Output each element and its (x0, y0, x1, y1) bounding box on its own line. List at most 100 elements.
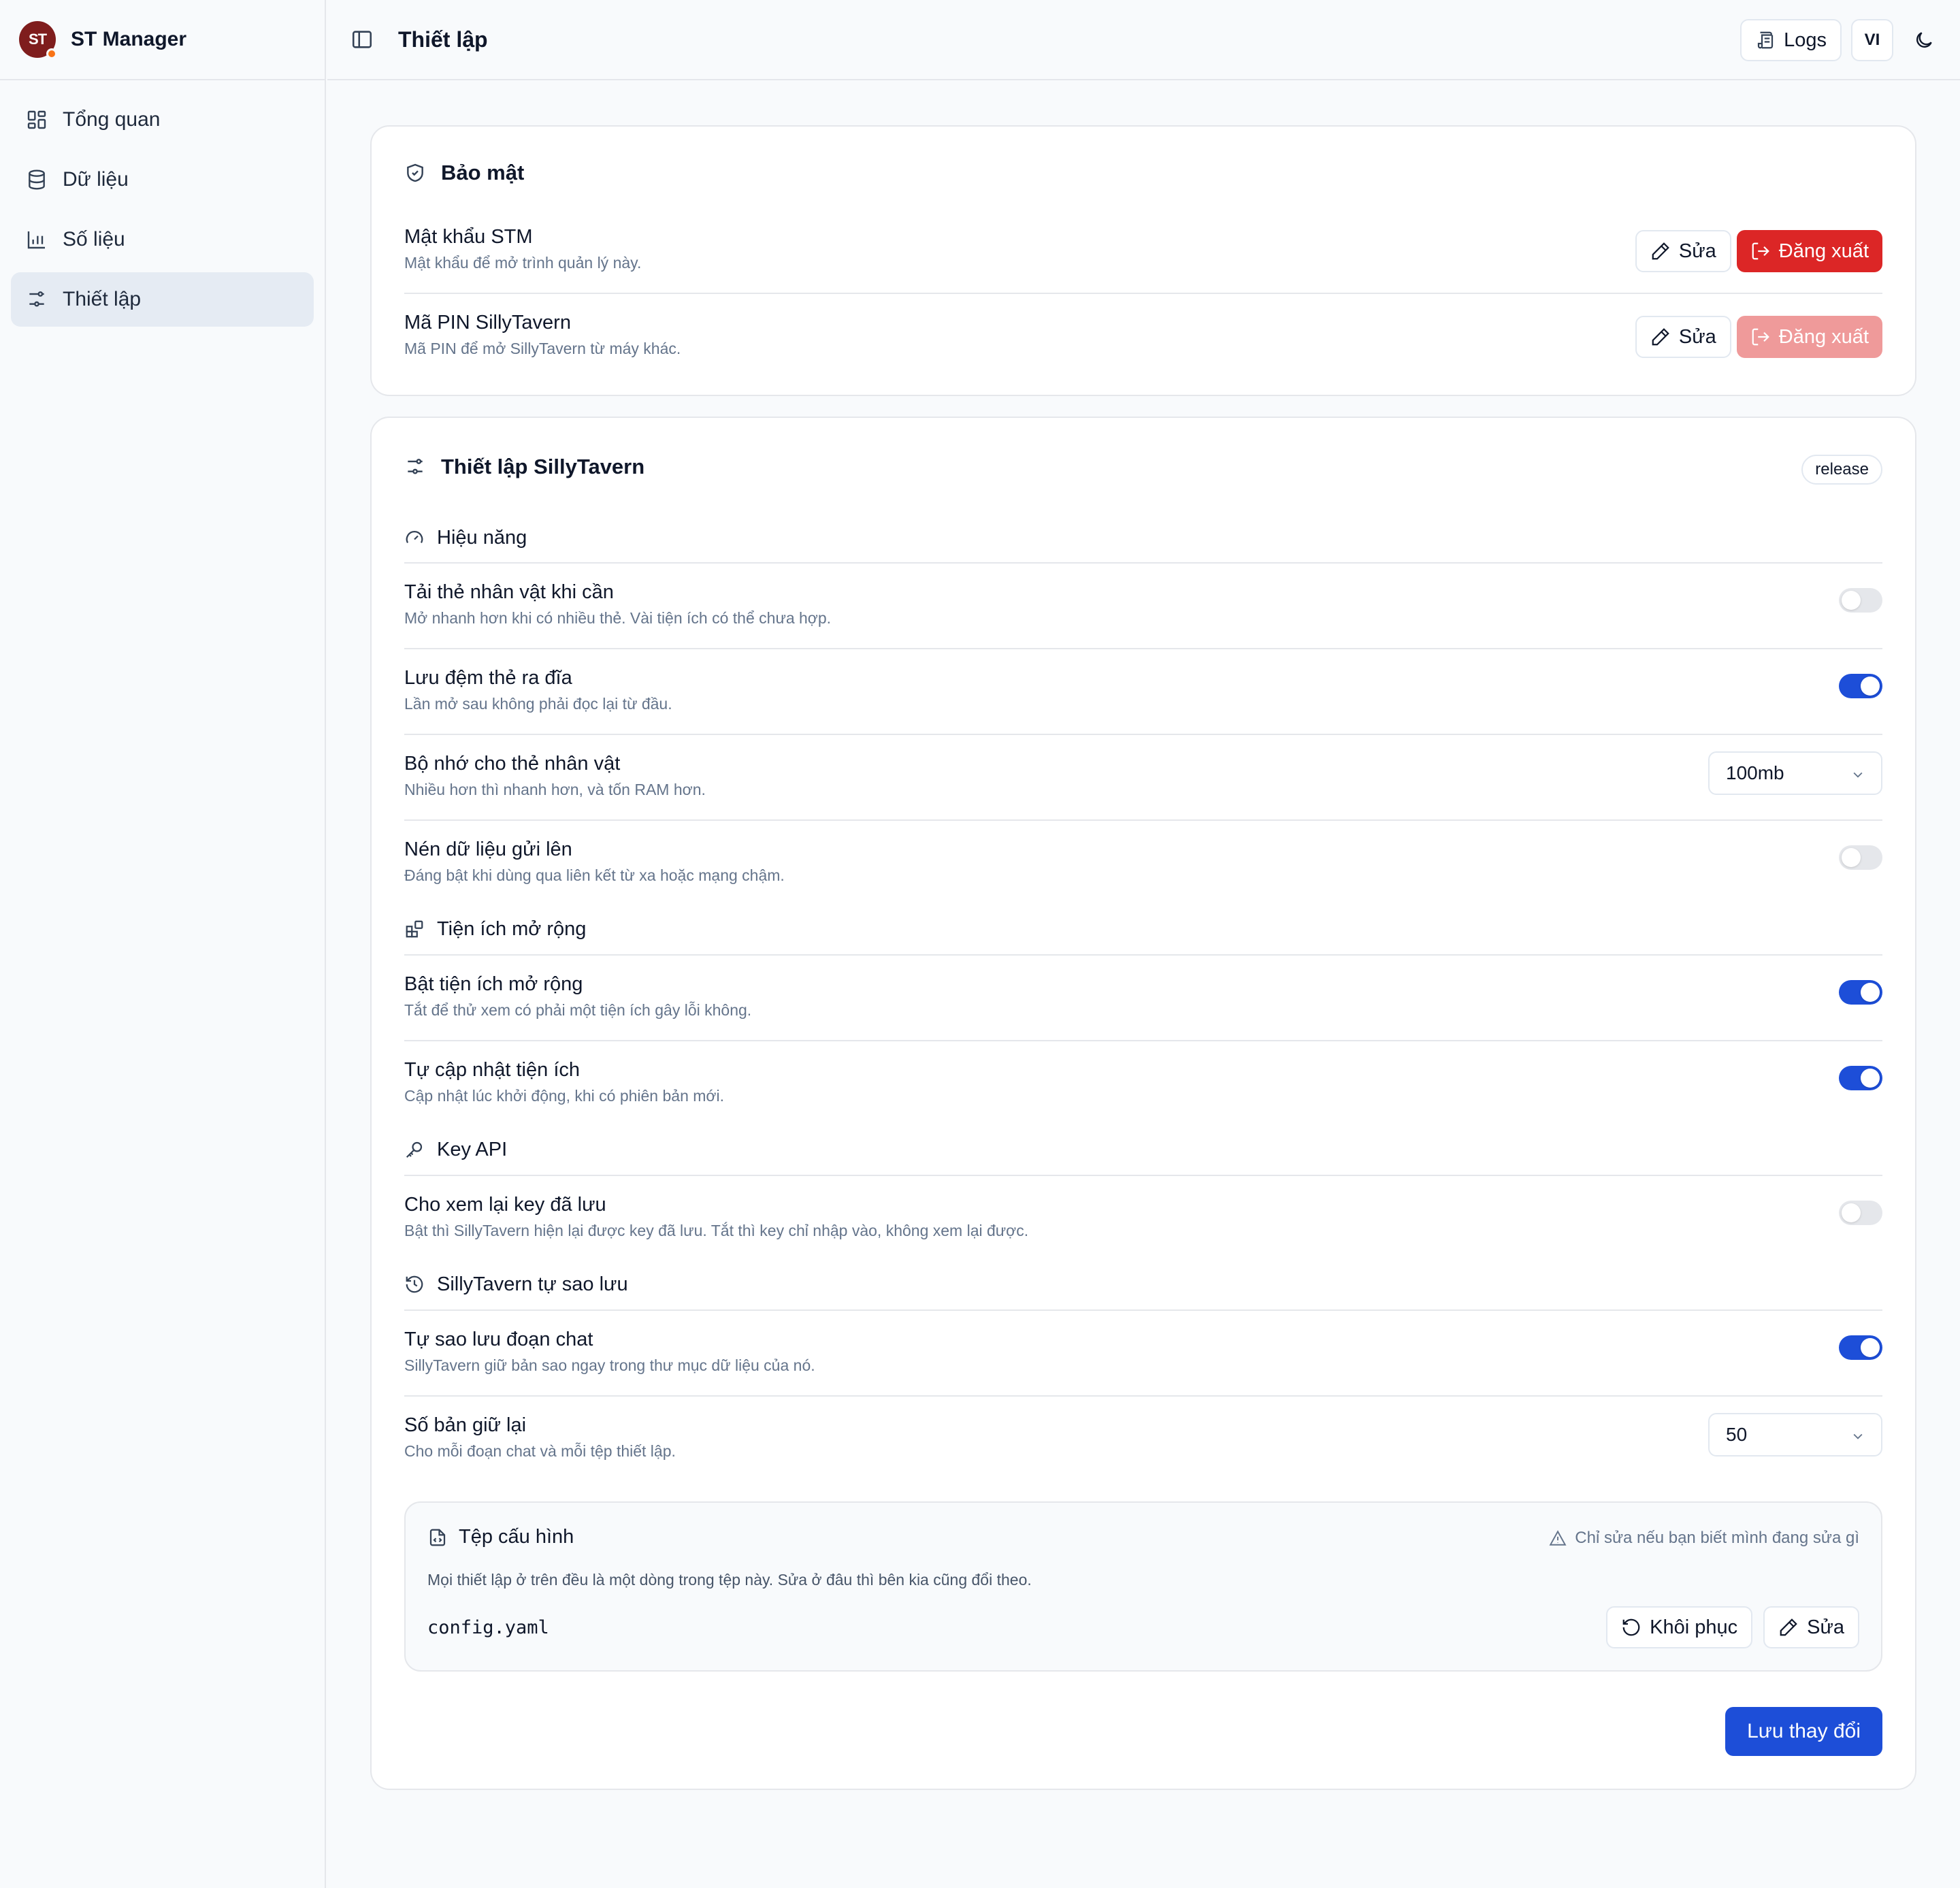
config-header: Tệp cấu hình (427, 1526, 574, 1548)
card-memory-select[interactable]: 100mb (1708, 751, 1882, 795)
sidebar-item-stats[interactable]: Số liệu (11, 212, 314, 267)
top-actions: Logs VI (1740, 19, 1945, 61)
release-badge: release (1801, 455, 1882, 485)
config-filename: config.yaml (427, 1617, 549, 1638)
restore-label: Khôi phục (1650, 1616, 1738, 1638)
sidebar-item-label: Số liệu (63, 228, 125, 250)
logout-stm-button[interactable]: Đăng xuất (1736, 230, 1882, 272)
chevron-down-icon (1853, 772, 1863, 778)
section-title: Hiệu năng (437, 526, 527, 549)
sidebar-item-overview[interactable]: Tổng quan (11, 93, 314, 147)
compression-switch[interactable] (1839, 845, 1882, 870)
edit-label: Sửa (1678, 240, 1716, 262)
auto-update-switch[interactable] (1839, 1066, 1882, 1090)
sidebar: ST ST Manager Tổng quan Dữ liệu Số liệu … (0, 0, 326, 1888)
brand[interactable]: ST ST Manager (0, 0, 325, 80)
row-desc: Cập nhật lúc khởi động, khi có phiên bản… (404, 1087, 724, 1105)
divider (404, 293, 1882, 294)
logs-button[interactable]: Logs (1740, 19, 1842, 61)
row-title: Tự sao lưu đoạn chat (404, 1329, 593, 1350)
config-actions: Khôi phục Sửa (1606, 1606, 1859, 1648)
disk-cache-switch[interactable] (1839, 674, 1882, 698)
card-memory-row: Bộ nhớ cho thẻ nhân vật Nhiều hơn thì nh… (404, 751, 1882, 799)
page-title: Thiết lập (398, 27, 488, 52)
language-button[interactable]: VI (1851, 19, 1893, 61)
switch-knob (1842, 848, 1861, 867)
enable-extensions-row: Bật tiện ích mở rộng Tắt để thử xem có p… (404, 973, 1882, 1020)
logs-label: Logs (1784, 29, 1827, 51)
sidebar-toggle-icon[interactable] (350, 28, 374, 51)
gauge-icon (406, 531, 423, 544)
row-title: Nén dữ liệu gửi lên (404, 839, 572, 860)
compression-row: Nén dữ liệu gửi lên Đáng bật khi dùng qu… (404, 839, 1882, 885)
database-icon (29, 169, 45, 190)
row-actions: Sửa Đăng xuất (1635, 230, 1882, 272)
auto-update-row: Tự cập nhật tiện ích Cập nhật lúc khởi đ… (404, 1059, 1882, 1105)
lazy-load-switch[interactable] (1839, 588, 1882, 613)
scroll-icon (1757, 31, 1774, 49)
st-settings-card: Thiết lập SillyTavern release Hiệu năng … (370, 417, 1916, 1790)
divider (404, 1309, 1882, 1311)
shield-icon (407, 163, 423, 182)
sidebar-item-settings[interactable]: Thiết lập (11, 272, 314, 327)
switch-knob (1842, 591, 1861, 610)
config-title: Tệp cấu hình (459, 1526, 574, 1548)
logo-text: ST (28, 31, 47, 48)
edit-label: Sửa (1807, 1616, 1844, 1638)
divider (404, 1175, 1882, 1176)
show-keys-row: Cho xem lại key đã lưu Bật thì SillyTave… (404, 1194, 1882, 1240)
sidebar-item-label: Tổng quan (63, 108, 161, 131)
section-title: SillyTavern tự sao lưu (437, 1273, 628, 1295)
edit-password-button[interactable]: Sửa (1635, 230, 1731, 272)
divider (404, 648, 1882, 649)
st-settings-header: Thiết lập SillyTavern (404, 455, 644, 479)
status-dot (46, 48, 57, 59)
logout-pin-button[interactable]: Đăng xuất (1736, 316, 1882, 358)
warning-icon (1549, 1530, 1567, 1546)
key-icon (406, 1141, 423, 1158)
divider (404, 1395, 1882, 1397)
keep-count-select[interactable]: 50 (1708, 1413, 1882, 1456)
section-performance: Hiệu năng (404, 524, 1882, 551)
stm-password-row: Mật khẩu STM Mật khẩu để mở trình quản l… (404, 226, 1882, 280)
enable-extensions-switch[interactable] (1839, 980, 1882, 1005)
settings-sliders-icon (408, 459, 423, 474)
row-title: Bộ nhớ cho thẻ nhân vật (404, 753, 621, 775)
restore-button[interactable]: Khôi phục (1606, 1606, 1753, 1648)
config-file-card: Tệp cấu hình Chỉ sửa nếu bạn biết mình đ… (404, 1501, 1882, 1672)
logout-icon (1752, 328, 1769, 346)
row-desc: Cho mỗi đoạn chat và mỗi tệp thiết lập. (404, 1442, 676, 1460)
dashboard-icon (27, 110, 46, 129)
logout-icon (1752, 242, 1769, 260)
theme-toggle-button[interactable] (1903, 19, 1945, 61)
logout-label: Đăng xuất (1778, 325, 1869, 348)
switch-knob (1861, 1069, 1880, 1088)
sidebar-item-data[interactable]: Dữ liệu (11, 152, 314, 207)
puzzle-blocks-icon (406, 920, 423, 938)
moon-icon (1916, 32, 1932, 48)
file-code-icon (429, 1529, 446, 1546)
security-header: Bảo mật (404, 161, 524, 185)
divider (404, 1040, 1882, 1041)
config-warning: Chỉ sửa nếu bạn biết mình đang sửa gì (1549, 1529, 1859, 1548)
sidebar-item-label: Thiết lập (63, 288, 142, 310)
save-changes-button[interactable]: Lưu thay đổi (1725, 1707, 1882, 1756)
bar-chart-icon (27, 231, 45, 249)
row-actions: Sửa Đăng xuất (1635, 316, 1882, 358)
edit-config-button[interactable]: Sửa (1763, 1606, 1859, 1648)
select-value: 50 (1726, 1424, 1748, 1445)
auto-backup-switch[interactable] (1839, 1335, 1882, 1360)
switch-knob (1861, 677, 1880, 696)
keep-count-row: Số bản giữ lại Cho mỗi đoạn chat và mỗi … (404, 1413, 1882, 1461)
switch-knob (1861, 983, 1880, 1002)
warning-text: Chỉ sửa nếu bạn biết mình đang sửa gì (1575, 1529, 1859, 1547)
edit-pin-button[interactable]: Sửa (1635, 316, 1731, 358)
row-desc: Bật thì SillyTavern hiện lại được key đã… (404, 1222, 1029, 1239)
show-keys-switch[interactable] (1839, 1201, 1882, 1225)
disk-cache-row: Lưu đệm thẻ ra đĩa Lần mở sau không phải… (404, 667, 1882, 713)
divider (404, 562, 1882, 564)
section-backup: SillyTavern tự sao lưu (404, 1271, 1882, 1298)
section-extensions: Tiện ích mở rộng (404, 915, 1882, 943)
pencil-icon (1652, 242, 1669, 260)
select-value: 100mb (1726, 762, 1784, 783)
